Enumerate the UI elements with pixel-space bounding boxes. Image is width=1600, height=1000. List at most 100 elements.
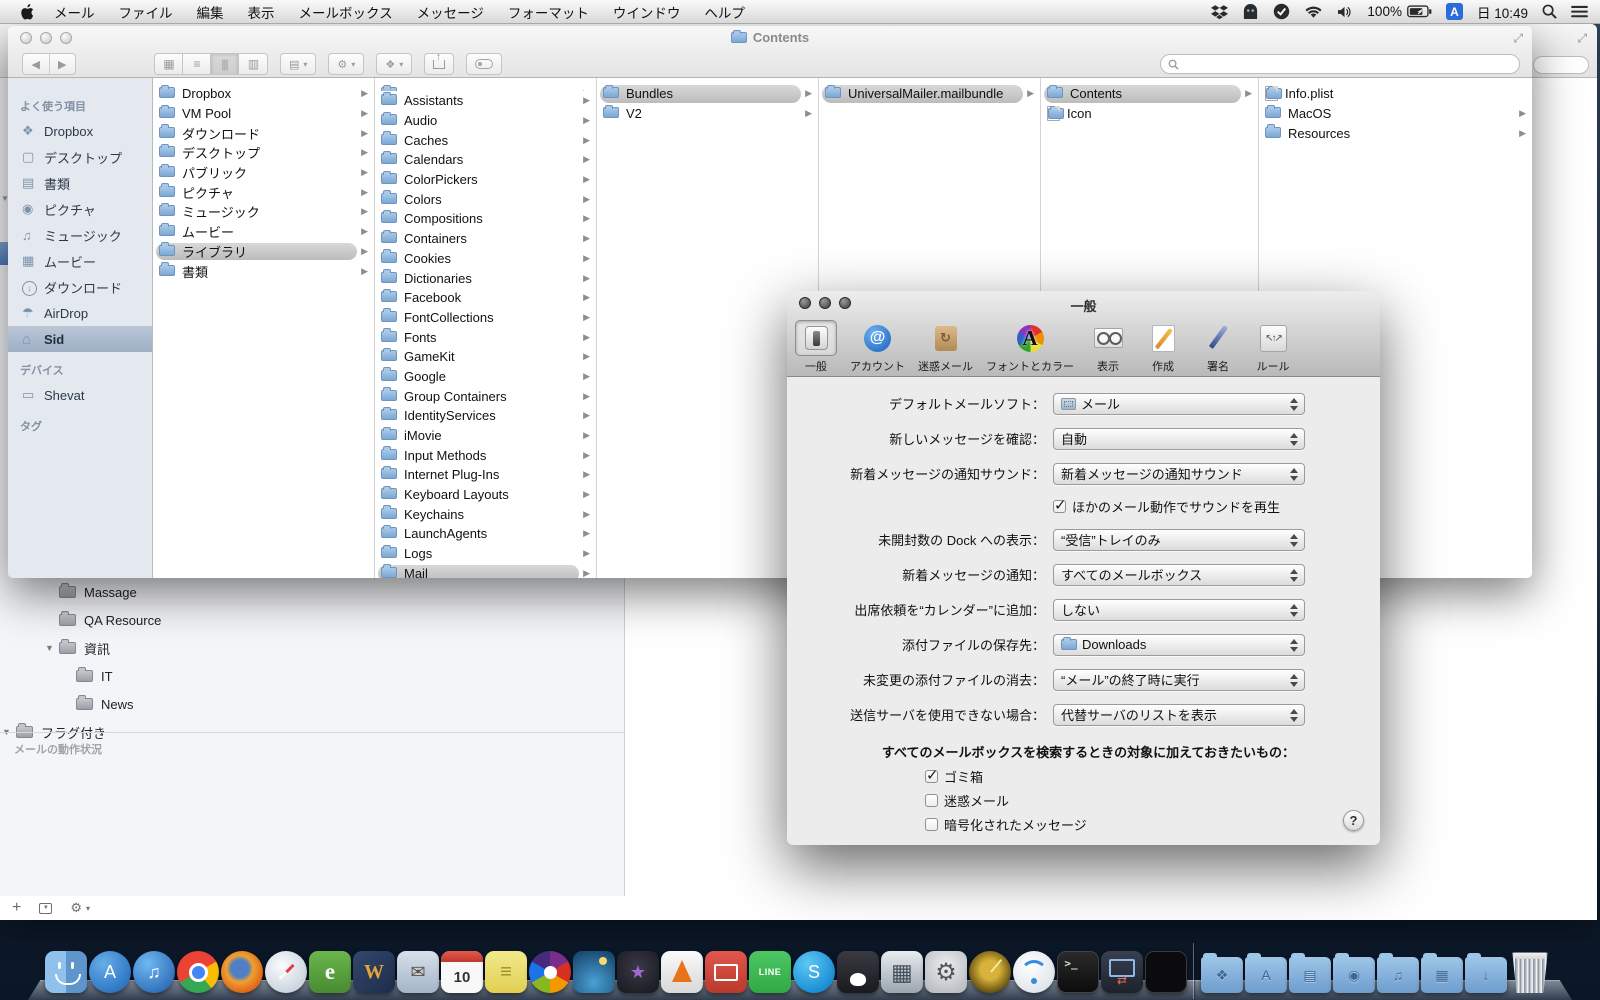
column-row[interactable]: UniversalMailer.mailbundle ▶ — [819, 84, 1040, 104]
column-row[interactable]: Info.plist ▶ — [1259, 84, 1532, 104]
icon-view-button[interactable]: ▦ — [155, 54, 183, 74]
column-row[interactable]: Facebook ▶ — [375, 288, 596, 308]
search-input[interactable] — [1160, 54, 1520, 74]
sidebar-item[interactable]: ダウンロード — [8, 274, 152, 300]
mailbox-row[interactable]: ▼ QA Resource — [0, 606, 625, 634]
menu-item[interactable]: ファイル — [107, 2, 185, 22]
column-row[interactable]: Calendars ▶ — [375, 150, 596, 170]
volume-icon[interactable] — [1337, 5, 1353, 19]
panel-toggle-button[interactable]: ▼ — [39, 902, 53, 914]
column-row[interactable]: MacOS ▶ — [1259, 104, 1532, 124]
column-row[interactable]: Assistants ▶ — [375, 91, 596, 111]
tab-viewing[interactable]: 表示 — [1087, 320, 1129, 374]
tab-general[interactable]: 一般 — [795, 320, 837, 374]
column-row[interactable]: Dropbox ▶ — [153, 84, 374, 104]
share-button[interactable] — [424, 51, 455, 75]
column-row[interactable]: Internet Plug-Ins ▶ — [375, 465, 596, 485]
trash[interactable] — [1512, 952, 1548, 993]
column-row[interactable]: Dictionaries ▶ — [375, 268, 596, 288]
battery-status[interactable]: 100% — [1367, 4, 1432, 19]
column-row[interactable]: Caches ▶ — [375, 130, 596, 150]
menu-item[interactable]: フォーマット — [496, 2, 601, 22]
dropbox-toolbar-button[interactable]: ❖ ▾ — [376, 53, 413, 75]
qq-penguin[interactable] — [837, 951, 879, 993]
column-row[interactable]: Fonts ▶ — [375, 327, 596, 347]
column-view-button[interactable]: ||| — [211, 54, 239, 74]
menu-item[interactable]: メールボックス — [287, 2, 405, 22]
menu-item[interactable]: メール — [42, 2, 107, 22]
column-row[interactable]: iMovie ▶ — [375, 426, 596, 446]
column-row[interactable]: ライブラリ ▶ — [153, 242, 374, 262]
column-row[interactable]: デスクトップ ▶ — [153, 143, 374, 163]
black-window[interactable] — [1145, 951, 1187, 993]
mailbox-row[interactable]: ▼ 資訊 — [0, 634, 625, 662]
tab-composing[interactable]: 作成 — [1142, 320, 1184, 374]
column-row[interactable]: LaunchAgents ▶ — [375, 524, 596, 544]
dock-separator[interactable] — [1189, 941, 1199, 999]
popup-button[interactable]: 新着メッセージの通知サウンド — [1053, 462, 1305, 485]
mail-search-input[interactable] — [1533, 56, 1589, 74]
prefs-titlebar[interactable]: 一般 一般 @ アカウント ↻ 迷惑メール フォントとカラー 表示 — [787, 291, 1380, 377]
mailbox-row[interactable]: ▼ IT — [0, 662, 625, 690]
column-row[interactable]: Google ▶ — [375, 367, 596, 387]
finder-titlebar[interactable]: Contents ⤢ ◀ ▶ ▦ ≡ ||| ▥ ▤ ▾ ⚙ ▾ ❖ ▾ — [8, 26, 1532, 78]
menu-item[interactable]: ヘルプ — [692, 2, 757, 22]
screen-share[interactable]: ⇄ — [1101, 951, 1143, 993]
coverflow-view-button[interactable]: ▥ — [239, 54, 267, 74]
terminal[interactable]: >_ — [1057, 951, 1099, 993]
menu-item[interactable]: 編集 — [185, 2, 236, 22]
column-row[interactable]: ピクチャ ▶ — [153, 182, 374, 202]
tag-button[interactable] — [466, 53, 503, 75]
add-mailbox-button[interactable]: + — [12, 900, 21, 916]
sidebar-item[interactable]: ピクチャ — [8, 196, 152, 222]
popup-button[interactable]: メール — [1053, 392, 1305, 415]
radar[interactable] — [969, 951, 1011, 993]
folder-applications[interactable]: A — [1245, 953, 1287, 993]
line[interactable]: LINE — [749, 951, 791, 993]
column-row[interactable]: ColorPickers ▶ — [375, 170, 596, 190]
app-status-icon[interactable] — [1242, 3, 1259, 20]
checkbox[interactable]: ほかのメール動作でサウンドを再生 — [1053, 496, 1280, 516]
popup-button[interactable]: Downloads — [1053, 633, 1305, 656]
popup-button[interactable]: 自動 — [1053, 427, 1305, 450]
column-row[interactable]: Audio ▶ — [375, 111, 596, 131]
sidebar-item[interactable]: ミュージック — [8, 222, 152, 248]
airport-utility[interactable] — [1013, 951, 1055, 993]
popup-button[interactable]: すべてのメールボックス — [1053, 563, 1305, 586]
popup-button[interactable]: 代替サーバのリストを表示 — [1053, 703, 1305, 726]
column-row[interactable]: ムービー ▶ — [153, 222, 374, 242]
iphoto[interactable] — [573, 951, 615, 993]
column-row[interactable]: 書類 ▶ — [153, 261, 374, 281]
sidebar-item[interactable]: 書類 — [8, 170, 152, 196]
check-status-icon[interactable] — [1273, 3, 1290, 20]
vlc[interactable] — [661, 951, 703, 993]
fullscreen-icon[interactable]: ⤢ — [1577, 32, 1587, 44]
column-row[interactable]: FontCollections ▶ — [375, 308, 596, 328]
firefox[interactable] — [221, 951, 263, 993]
calendar[interactable]: 10 — [441, 951, 483, 993]
mailbox-row[interactable]: ▼ News — [0, 690, 625, 718]
checkbox-box[interactable] — [925, 817, 938, 831]
tab-junk-mail[interactable]: ↻ 迷惑メール — [918, 320, 973, 374]
back-forward-buttons[interactable]: ◀ ▶ — [22, 53, 76, 75]
folder-dropbox[interactable]: ❖ — [1201, 953, 1243, 993]
itunes[interactable]: ♫ — [133, 951, 175, 993]
folder-documents[interactable]: ▤ — [1289, 953, 1331, 993]
scope-checkbox-row[interactable]: 暗号化されたメッセージ — [787, 812, 1380, 836]
wifi-icon[interactable] — [1304, 5, 1323, 19]
column-row[interactable]: Bundles ▶ — [597, 84, 818, 104]
arrange-button[interactable]: ▤ ▾ — [280, 53, 317, 75]
folder-pictures[interactable]: ◉ — [1333, 953, 1375, 993]
column-row[interactable]: Keychains ▶ — [375, 504, 596, 524]
folder-movies[interactable]: ▦ — [1421, 953, 1463, 993]
evernote[interactable]: e — [309, 951, 351, 993]
checkbox-box[interactable] — [1053, 496, 1067, 514]
list-view-button[interactable]: ≡ — [183, 54, 211, 74]
column-row[interactable]: ミュージック ▶ — [153, 202, 374, 222]
column-row[interactable]: Icon ▶ — [1041, 104, 1258, 124]
sidebar-item[interactable]: Sid — [8, 326, 152, 352]
sidebar-item[interactable]: ムービー — [8, 248, 152, 274]
fullscreen-icon[interactable]: ⤢ — [1513, 32, 1523, 44]
picasa[interactable] — [529, 951, 571, 993]
skype[interactable]: S — [793, 951, 835, 993]
